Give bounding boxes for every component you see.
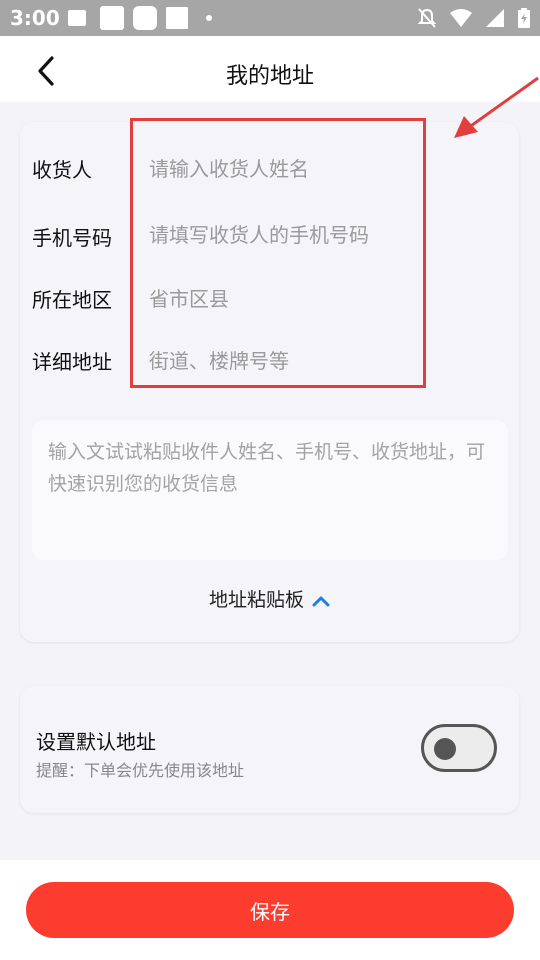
wifi-icon [450,9,472,27]
notification-icon [100,6,124,30]
header-bar: 我的地址 [0,36,540,102]
phone-row: 手机号码 [32,214,502,256]
bottom-bar: 保存 [0,860,540,960]
save-button[interactable]: 保存 [26,882,514,938]
region-row: 所在地区 [32,278,502,320]
address-form-card: 收货人 手机号码 所在地区 详细地址 地址粘贴板 [20,118,519,642]
notification-icon [166,7,188,29]
address-label: 详细地址 [32,350,112,374]
recipient-row: 收货人 [32,148,502,190]
default-address-hint: 提醒：下单会优先使用该地址 [36,761,245,780]
gallery-icon [68,10,86,26]
status-bar: 3:00 [0,0,540,36]
phone-input[interactable] [147,214,491,256]
recipient-label: 收货人 [32,158,92,182]
clipboard-toggle-label: 地址粘贴板 [208,589,304,611]
status-icons [418,8,530,28]
default-address-title: 设置默认地址 [36,730,156,754]
status-time: 3:00 [10,6,60,30]
phone-label: 手机号码 [32,226,112,250]
paste-textarea[interactable] [32,420,508,560]
battery-icon [518,8,530,28]
region-label: 所在地区 [32,288,112,312]
address-row: 详细地址 [32,340,502,382]
notification-icon [133,6,157,30]
clipboard-toggle[interactable]: 地址粘贴板 [20,585,519,612]
more-notifications-icon [206,15,212,21]
chevron-up-icon [312,590,330,612]
address-input[interactable] [147,340,491,382]
page-title: 我的地址 [225,64,314,89]
mute-icon [418,8,436,28]
signal-icon [486,9,504,27]
default-address-toggle[interactable] [421,724,497,772]
default-address-card: 设置默认地址 提醒：下单会优先使用该地址 [20,686,519,813]
region-input[interactable] [147,278,491,320]
recipient-input[interactable] [147,148,491,190]
toggle-knob [434,738,456,760]
